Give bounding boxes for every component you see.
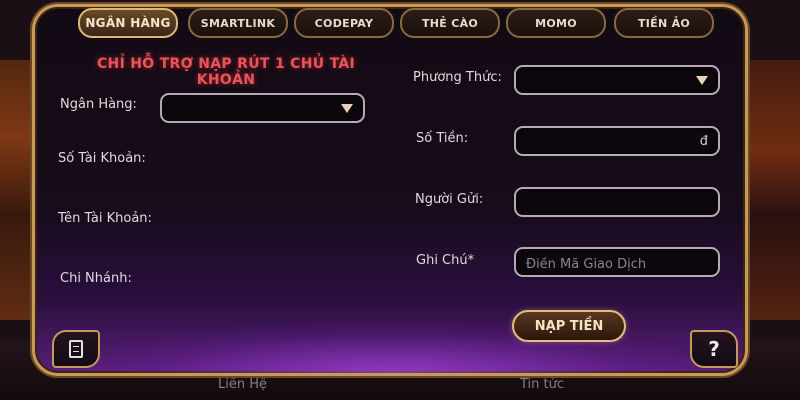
- payment-method-tabs: NGÂN HÀNG SMARTLINK CODEPAY THẺ CÀO MOMO…: [78, 6, 768, 40]
- tab-codepay[interactable]: CODEPAY: [294, 8, 394, 38]
- bank-select[interactable]: [160, 93, 365, 123]
- sender-label: Người Gửi:: [415, 192, 484, 207]
- tab-ngan-hang[interactable]: NGÂN HÀNG: [78, 8, 178, 38]
- chevron-down-icon: [696, 76, 708, 85]
- method-label: Phương Thức:: [413, 70, 502, 85]
- tab-tien-ao[interactable]: TIỀN ẢO: [614, 8, 714, 38]
- document-icon: [69, 340, 83, 358]
- news-link[interactable]: Tin tức: [520, 377, 564, 392]
- history-button[interactable]: [52, 330, 100, 368]
- question-icon: ?: [708, 337, 720, 361]
- deposit-button[interactable]: NẠP TIỀN: [512, 310, 626, 342]
- single-owner-notice: CHỈ HỖ TRỢ NẠP RÚT 1 CHỦ TÀI KHOẢN: [96, 56, 355, 88]
- bank-label: Ngân Hàng:: [60, 97, 137, 112]
- currency-symbol: đ: [699, 134, 708, 149]
- branch-label: Chi Nhánh:: [60, 271, 132, 286]
- method-select[interactable]: [514, 65, 720, 95]
- amount-label: Số Tiền:: [416, 131, 469, 146]
- note-label: Ghi Chú*: [416, 253, 475, 268]
- contact-link[interactable]: Liên Hệ: [218, 377, 267, 392]
- account-number-label: Số Tài Khoản:: [58, 151, 146, 166]
- chevron-down-icon: [341, 104, 353, 113]
- account-name-label: Tên Tài Khoản:: [58, 211, 152, 226]
- help-button[interactable]: ?: [690, 330, 738, 368]
- background-scene-right: [745, 60, 800, 320]
- tab-momo[interactable]: MOMO: [506, 8, 606, 38]
- note-field[interactable]: [514, 247, 720, 277]
- tab-smartlink[interactable]: SMARTLINK: [188, 8, 288, 38]
- sender-input[interactable]: [514, 187, 720, 217]
- note-input[interactable]: [524, 253, 708, 275]
- amount-input[interactable]: đ: [514, 126, 720, 156]
- tab-the-cao[interactable]: THẺ CÀO: [400, 8, 500, 38]
